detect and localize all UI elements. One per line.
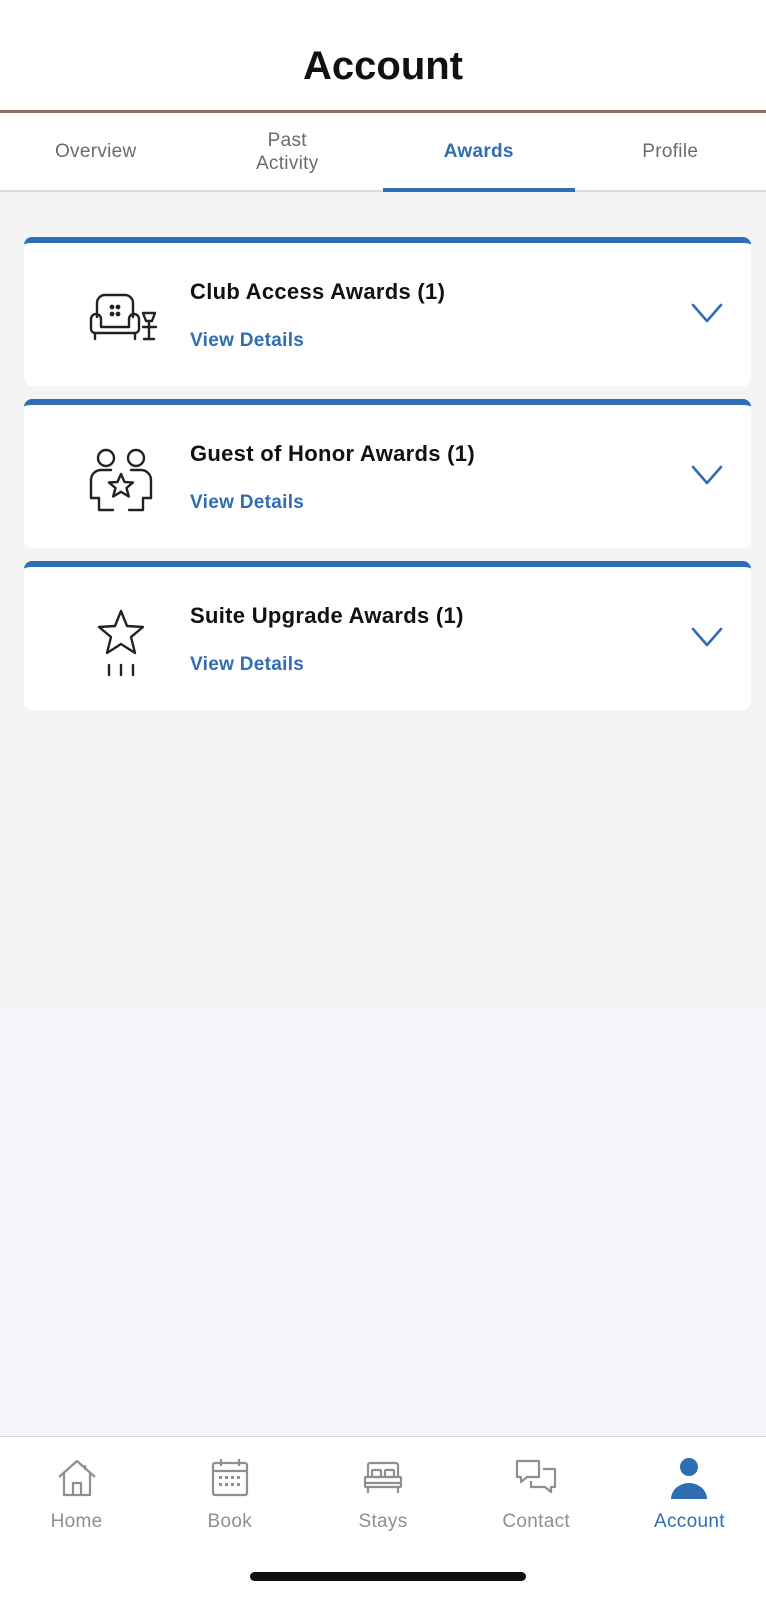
calendar-icon: [211, 1459, 248, 1497]
award-card-club-access[interactable]: Club Access Awards (1) View Details: [24, 237, 751, 386]
empty-area: [0, 1010, 766, 1436]
nav-label: Stays: [358, 1511, 408, 1532]
tab-awards[interactable]: Awards: [383, 113, 575, 192]
nav-label: Home: [50, 1511, 103, 1532]
award-title: Guest of Honor Awards (1): [190, 441, 475, 466]
home-indicator: [250, 1572, 526, 1581]
tab-profile[interactable]: Profile: [575, 113, 766, 190]
chevron-down-icon[interactable]: [690, 463, 724, 487]
tab-label: Profile: [642, 141, 699, 162]
person-icon: [671, 1458, 708, 1499]
nav-label: Book: [207, 1511, 253, 1532]
guests-star-icon: [76, 441, 166, 521]
home-icon: [57, 1459, 96, 1497]
chevron-down-icon[interactable]: [690, 301, 724, 325]
bed-icon: [363, 1461, 403, 1493]
award-title: Suite Upgrade Awards (1): [190, 603, 464, 628]
tab-label: Past Activity: [255, 129, 319, 174]
top-header: Account: [0, 0, 766, 112]
tab-past-activity[interactable]: Past Activity: [192, 113, 384, 190]
chat-icon: [516, 1459, 557, 1494]
tab-label: Overview: [54, 141, 137, 162]
star-upgrade-icon: [76, 603, 166, 683]
view-details-link[interactable]: View Details: [190, 330, 304, 352]
lounge-chair-icon: [76, 279, 166, 359]
nav-home[interactable]: Home: [0, 1437, 153, 1600]
view-details-link[interactable]: View Details: [190, 492, 304, 514]
page-title: Account: [303, 44, 463, 88]
nav-label: Contact: [502, 1511, 570, 1532]
award-title: Club Access Awards (1): [190, 279, 446, 304]
award-card-guest-of-honor[interactable]: Guest of Honor Awards (1) View Details: [24, 399, 751, 548]
nav-label: Account: [654, 1511, 725, 1532]
account-tabs: Overview Past Activity Awards Profile: [0, 113, 766, 192]
tab-label: Awards: [443, 141, 514, 162]
award-card-suite-upgrade[interactable]: Suite Upgrade Awards (1) View Details: [24, 561, 751, 710]
chevron-down-icon[interactable]: [690, 625, 724, 649]
tab-overview[interactable]: Overview: [0, 113, 192, 190]
view-details-link[interactable]: View Details: [190, 654, 304, 676]
nav-account[interactable]: Account: [613, 1437, 766, 1600]
